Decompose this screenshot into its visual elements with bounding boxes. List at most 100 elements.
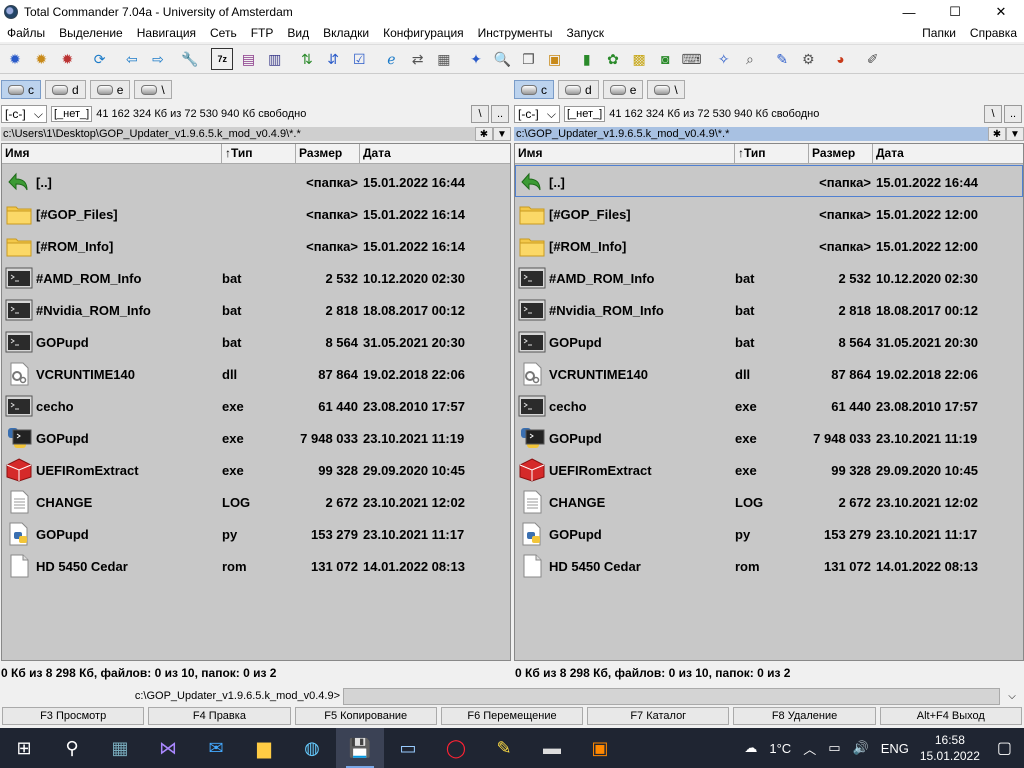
menu-network[interactable]: Сеть [203,26,244,40]
green-book-icon[interactable]: ▮ [576,48,598,70]
menu-ftp[interactable]: FTP [244,26,281,40]
file-explorer-icon[interactable]: ▆ [240,728,288,768]
star-icon[interactable]: ✦ [465,48,487,70]
forward-icon[interactable]: ⇨ [147,48,169,70]
drive-select[interactable]: [-c-] ⌵ [514,105,560,123]
copy-names-icon[interactable]: ❐ [517,48,539,70]
f5-copy-button[interactable]: F5 Копирование [294,707,437,725]
store-icon[interactable]: ▣ [576,728,624,768]
col-type[interactable]: ↑Тип [222,144,296,163]
file-row[interactable]: GOPupd exe 7 948 033 23.10.2021 11:19 [2,421,510,453]
current-path[interactable]: c:\Users\1\Desktop\GOP_Updater_v1.9.6.5.… [1,127,475,141]
menu-launch[interactable]: Запуск [560,26,612,40]
tool-icon[interactable]: ⚙ [797,48,819,70]
file-row[interactable]: cecho exe 61 440 23.08.2010 17:57 [2,389,510,421]
col-name[interactable]: Имя [515,144,735,163]
file-row[interactable]: HD 5450 Cedar rom 131 072 14.01.2022 08:13 [515,549,1023,581]
f4-edit-button[interactable]: F4 Правка [148,707,291,725]
refresh-icon[interactable]: ⟳ [89,48,111,70]
total-commander-icon[interactable]: 💾 [336,728,384,768]
file-row[interactable]: CHANGE LOG 2 672 23.10.2021 12:02 [2,485,510,517]
close-button[interactable]: ✕ [978,0,1024,24]
up-button[interactable]: .. [1004,105,1022,123]
col-date[interactable]: Дата [873,144,1023,163]
file-list[interactable]: Имя ↑Тип Размер Дата [..] <папка> 15.01.20… [514,143,1024,661]
drive-button-network[interactable]: \ [647,80,685,99]
hotlist-button[interactable]: ▼ [1006,127,1024,141]
camera-icon[interactable]: ◙ [654,48,676,70]
network-icon[interactable]: ▭ [822,740,846,756]
col-name[interactable]: Имя [2,144,222,163]
search-icon[interactable]: ⚲ [48,728,96,768]
file-row[interactable]: GOPupd bat 8 564 31.05.2021 20:30 [2,325,510,357]
hotlist-button[interactable]: ▼ [493,127,511,141]
gear-icon[interactable]: ✹ [30,48,52,70]
menu-configuration[interactable]: Конфигурация [376,26,471,40]
file-row[interactable]: GOPupd py 153 279 23.10.2021 11:17 [2,517,510,549]
file-list[interactable]: Имя ↑Тип Размер Дата [..] <папка> 15.01.20… [1,143,511,661]
opera-icon[interactable]: ◯ [432,728,480,768]
search-icon[interactable]: 🔍 [491,48,513,70]
menu-navigation[interactable]: Навигация [130,26,203,40]
menu-help[interactable]: Справка [963,26,1024,40]
wrench-icon[interactable]: 🔧 [179,48,201,70]
chevron-up-icon[interactable]: ︿ [797,739,822,758]
file-row[interactable]: VCRUNTIME140 dll 87 864 19.02.2018 22:06 [2,357,510,389]
drive-button-c[interactable]: c [1,80,41,99]
f8-delete-button[interactable]: F8 Удаление [733,707,876,725]
python-icon[interactable]: ✎ [480,728,528,768]
file-row[interactable]: [#ROM_Info] <папка> 15.01.2022 16:14 [2,229,510,261]
remote-desktop-icon[interactable]: ▭ [384,728,432,768]
drive-button-c[interactable]: c [514,80,554,99]
drive-button-d[interactable]: d [45,80,86,99]
drive-button-e[interactable]: e [602,80,644,99]
terminal-icon[interactable]: ▬ [528,728,576,768]
drive-button-d[interactable]: d [558,80,599,99]
visual-studio-icon[interactable]: ⋈ [144,728,192,768]
history-button[interactable]: ✱ [988,127,1006,141]
minimize-button[interactable]: — [886,0,932,24]
notifications-icon[interactable]: ▢ [985,738,1024,758]
maximize-button[interactable]: ☐ [932,0,978,24]
up-button[interactable]: .. [491,105,509,123]
swap-arrows-icon[interactable]: ⇅ [296,48,318,70]
file-row[interactable]: [#GOP_Files] <папка> 15.01.2022 12:00 [515,197,1023,229]
books-icon[interactable]: ▥ [264,48,286,70]
file-row[interactable]: #Nvidia_ROM_Info bat 2 818 18.08.2017 00:12 [515,293,1023,325]
menu-tools[interactable]: Инструменты [471,26,560,40]
file-row[interactable]: UEFIRomExtract exe 99 328 29.09.2020 10:45 [515,453,1023,485]
col-type[interactable]: ↑Тип [735,144,809,163]
root-button[interactable]: \ [984,105,1002,123]
file-row[interactable]: #AMD_ROM_Info bat 2 532 10.12.2020 02:30 [515,261,1023,293]
col-size[interactable]: Размер [809,144,873,163]
magnify-doc-icon[interactable]: ⌕ [739,48,761,70]
pen-icon[interactable]: ✐ [862,48,884,70]
weather-cloud-icon[interactable]: ☁ [738,740,763,756]
compare-icon[interactable]: ⇄ [407,48,429,70]
exit-button[interactable]: Alt+F4 Выход [879,707,1022,725]
archive-icon[interactable]: ▤ [238,48,260,70]
volume-icon[interactable]: 🔊 [847,740,875,756]
file-row[interactable]: [#ROM_Info] <папка> 15.01.2022 12:00 [515,229,1023,261]
file-row[interactable]: GOPupd exe 7 948 033 23.10.2021 11:19 [515,421,1023,453]
file-row[interactable]: [..] <папка> 15.01.2022 16:44 [515,165,1023,197]
menu-selection[interactable]: Выделение [52,26,130,40]
back-icon[interactable]: ⇦ [121,48,143,70]
calculator-icon[interactable]: ▦ [96,728,144,768]
file-row[interactable]: #Nvidia_ROM_Info bat 2 818 18.08.2017 00:12 [2,293,510,325]
grid-icon[interactable]: ▦ [433,48,455,70]
f7-mkdir-button[interactable]: F7 Каталог [587,707,730,725]
file-row[interactable]: GOPupd py 153 279 23.10.2021 11:17 [515,517,1023,549]
notepad-icon[interactable]: ✎ [771,48,793,70]
image-icon[interactable]: ▩ [628,48,650,70]
browser-icon[interactable]: ℯ [380,48,402,70]
language-indicator[interactable]: ENG [875,741,915,756]
f6-move-button[interactable]: F6 Перемещение [440,707,584,725]
history-button[interactable]: ✱ [475,127,493,141]
file-row[interactable]: #AMD_ROM_Info bat 2 532 10.12.2020 02:30 [2,261,510,293]
sort-icon[interactable]: ⇵ [322,48,344,70]
command-input[interactable] [343,687,1000,705]
start-button-windows-icon[interactable]: ⊞ [0,728,48,768]
menu-folders[interactable]: Папки [915,26,963,40]
drive-select[interactable]: [-c-] ⌵ [1,105,47,123]
